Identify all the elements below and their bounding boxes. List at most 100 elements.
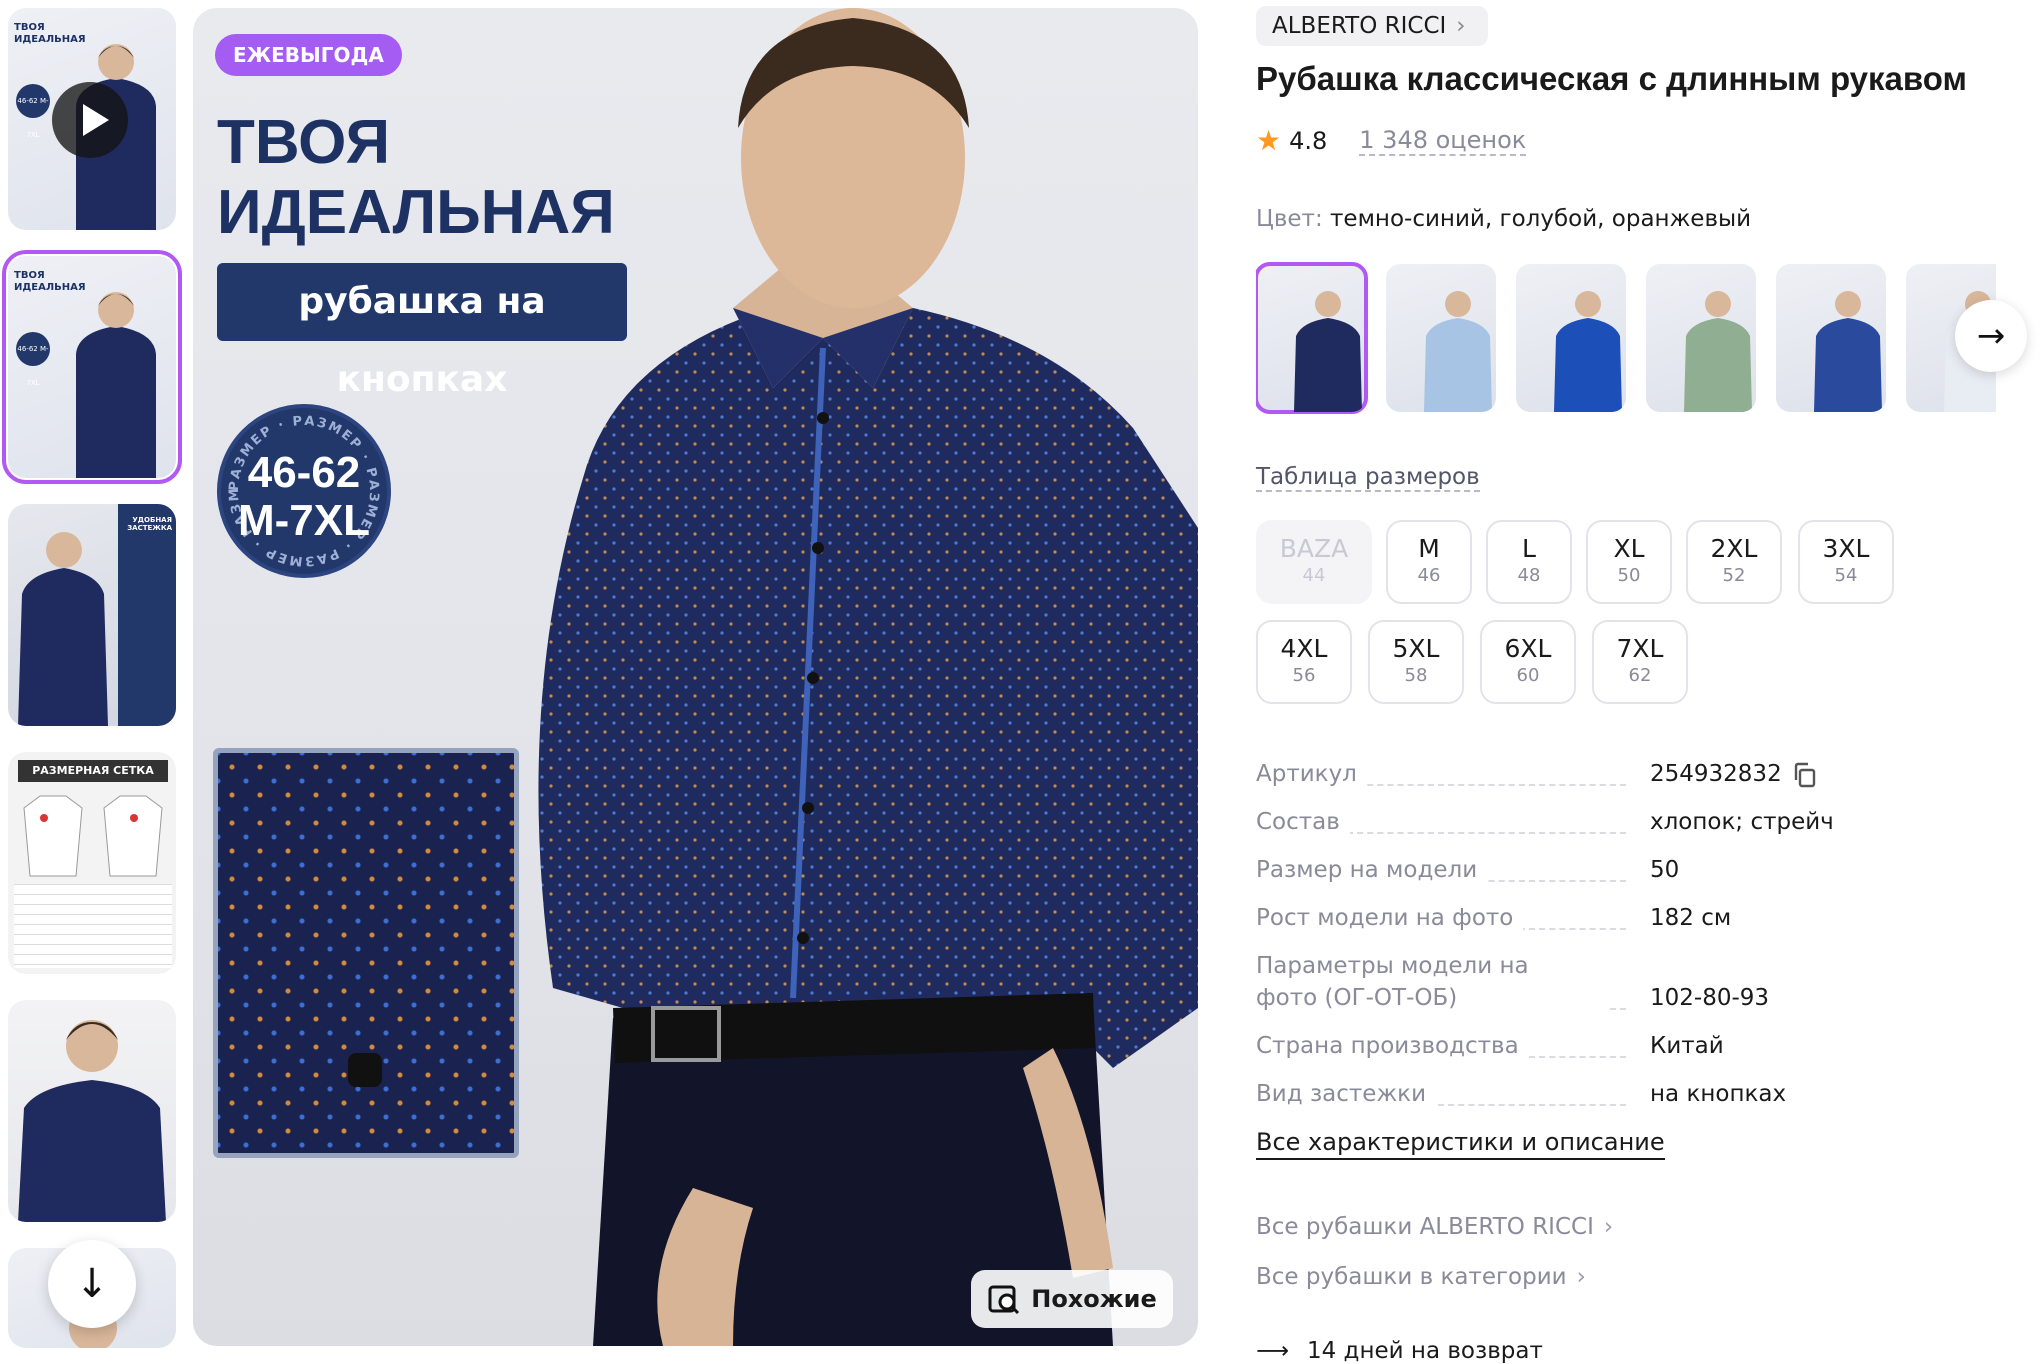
size-option[interactable]: 3XL 54	[1798, 520, 1894, 604]
thumb-text: УДОБНАЯ ЗАСТЕЖКА	[127, 516, 172, 532]
size-option[interactable]: XL 50	[1586, 520, 1672, 604]
spec-row: Вид застежки на кнопках	[1256, 1078, 1956, 1126]
size-ru: 56	[1292, 665, 1316, 686]
color-swatch-green[interactable]	[1646, 264, 1756, 412]
thumbnail-size-grid[interactable]: РАЗМЕРНАЯ СЕТКА	[8, 752, 176, 974]
all-specs-link[interactable]: Все характеристики и описание	[1256, 1128, 1665, 1160]
model-figure	[76, 292, 156, 478]
size-option[interactable]: 2XL 52	[1686, 520, 1782, 604]
thumbnail-front[interactable]	[8, 1000, 176, 1222]
spec-value: Китай	[1650, 1033, 1724, 1059]
model-figure	[18, 532, 108, 726]
size-range-numbers: 46-62	[247, 448, 361, 497]
thumb-badge: 46-62 M-7XL	[16, 84, 50, 139]
hero-title-line2: ИДЕАЛЬНАЯ	[217, 178, 615, 247]
hero-title: ТВОЯ ИДЕАЛЬНАЯ	[217, 108, 677, 248]
model-figure	[1554, 291, 1622, 412]
size-label: XL	[1613, 534, 1645, 563]
model-figure	[1424, 291, 1492, 412]
spec-row: Рост модели на фото 182 см	[1256, 902, 1956, 950]
size-label: 2XL	[1710, 534, 1758, 563]
reviews-link[interactable]: 1 348 оценок	[1359, 126, 1527, 156]
product-title: Рубашка классическая с длинным рукавом	[1256, 60, 1967, 97]
size-option[interactable]: M 46	[1386, 520, 1472, 604]
spec-value: 254932832	[1650, 758, 1818, 790]
main-product-image[interactable]: ЕЖЕВЫГОДА ТВОЯ ИДЕАЛЬНАЯ рубашка на кноп…	[193, 8, 1198, 1346]
arrow-right-icon[interactable]: →	[1955, 300, 2027, 372]
size-range-badge: РАЗМЕР · РАЗМЕР · РАЗМЕР · РАЗМЕР · РАЗМ…	[217, 404, 391, 578]
article-number: 254932832	[1650, 761, 1782, 787]
brand-category-link[interactable]: Все рубашки ALBERTO RICCI ›	[1256, 1214, 1613, 1240]
size-ring-text: РАЗМЕР	[262, 543, 341, 568]
brand-link[interactable]: ALBERTO RICCI ›	[1256, 6, 1488, 46]
thumb-badge: 46-62 M-7XL	[16, 332, 50, 387]
size-ru: 58	[1404, 665, 1428, 686]
size-option[interactable]: 4XL 56	[1256, 620, 1352, 704]
thumbnail-rail: ТВОЯ ИДЕАЛЬНАЯ 46-62 M-7XL ТВОЯ ИДЕАЛЬНА…	[2, 8, 182, 1348]
thumbnail-selected[interactable]: ТВОЯ ИДЕАЛЬНАЯ 46-62 M-7XL	[2, 250, 182, 484]
size-ru: 52	[1722, 565, 1746, 586]
spec-key: Размер на модели	[1256, 854, 1488, 886]
color-label-key: Цвет:	[1256, 206, 1323, 232]
thumbnail-fastener[interactable]: УДОБНАЯ ЗАСТЕЖКА	[8, 504, 176, 726]
color-swatch-blue[interactable]	[1516, 264, 1626, 412]
size-option[interactable]: 6XL 60	[1480, 620, 1576, 704]
fabric-closeup	[213, 748, 519, 1158]
shirt-diagrams	[23, 795, 163, 877]
size-option[interactable]: 7XL 62	[1592, 620, 1688, 704]
chevron-right-icon: ›	[1603, 1214, 1614, 1240]
color-swatch-navy[interactable]	[1256, 262, 1368, 414]
size-ru: 48	[1517, 565, 1541, 586]
similar-search-icon	[988, 1285, 1020, 1315]
spec-row: Состав хлопок; стрейч	[1256, 806, 1956, 854]
similar-button[interactable]: Похожие	[971, 1270, 1173, 1328]
spec-value: 182 см	[1650, 905, 1732, 931]
spec-row: Параметры модели на фото (ОГ-ОТ-ОБ) 102-…	[1256, 950, 1956, 1030]
size-label: L	[1522, 534, 1536, 563]
spec-key: Рост модели на фото	[1256, 902, 1524, 934]
hero-title-line1: ТВОЯ	[217, 108, 391, 177]
size-label: 5XL	[1392, 634, 1440, 663]
size-ru: 60	[1516, 665, 1540, 686]
button-closeup	[348, 1053, 382, 1087]
size-ru: 44	[1302, 565, 1326, 586]
model-figure	[1684, 291, 1752, 412]
color-swatch-royal[interactable]	[1776, 264, 1886, 412]
play-icon[interactable]	[52, 82, 128, 158]
similar-button-label: Похожие	[1031, 1285, 1157, 1313]
size-option[interactable]: 5XL 58	[1368, 620, 1464, 704]
size-ru: 62	[1628, 665, 1652, 686]
arrow-down-icon[interactable]: ↓	[48, 1240, 136, 1328]
spec-key: Артикул	[1256, 758, 1367, 790]
chevron-right-icon: ›	[1456, 13, 1466, 39]
spec-value: 102-80-93	[1650, 985, 1770, 1011]
size-ru: 50	[1617, 565, 1641, 586]
category-link[interactable]: Все рубашки в категории ›	[1256, 1264, 1586, 1290]
size-label: BAZA	[1279, 534, 1349, 563]
brand-category-label: Все рубашки ALBERTO RICCI	[1256, 1214, 1594, 1240]
chevron-right-icon: ›	[1576, 1264, 1586, 1290]
spec-row: Артикул 254932832	[1256, 758, 1956, 806]
category-label: Все рубашки в категории	[1256, 1264, 1567, 1290]
copy-icon[interactable]	[1792, 762, 1818, 788]
size-option[interactable]: BAZA 44	[1256, 520, 1372, 604]
rating-value: 4.8	[1289, 126, 1328, 155]
star-icon: ★	[1256, 124, 1282, 157]
size-table-link[interactable]: Таблица размеров	[1256, 464, 1480, 492]
model-figure	[18, 1020, 166, 1222]
color-swatch-light-blue[interactable]	[1386, 264, 1496, 412]
hero-subtitle: рубашка на кнопках	[217, 263, 627, 400]
color-value: темно-синий, голубой, оранжевый	[1330, 206, 1752, 232]
model-figure	[1294, 291, 1362, 412]
size-ru: 46	[1417, 565, 1441, 586]
spec-value: хлопок; стрейч	[1650, 809, 1834, 835]
spec-key: Вид застежки	[1256, 1078, 1437, 1110]
return-arrow-icon: ⟶	[1256, 1338, 1289, 1364]
info-panel	[118, 504, 176, 726]
size-option[interactable]: L 48	[1486, 520, 1572, 604]
size-label: 3XL	[1822, 534, 1870, 563]
color-label: Цвет: темно-синий, голубой, оранжевый	[1256, 206, 1751, 232]
spec-key: Параметры модели на фото (ОГ-ОТ-ОБ)	[1256, 950, 1606, 1014]
return-info: ⟶ 14 дней на возврат	[1256, 1338, 1543, 1364]
thumbnail-video[interactable]: ТВОЯ ИДЕАЛЬНАЯ 46-62 M-7XL	[8, 8, 176, 230]
